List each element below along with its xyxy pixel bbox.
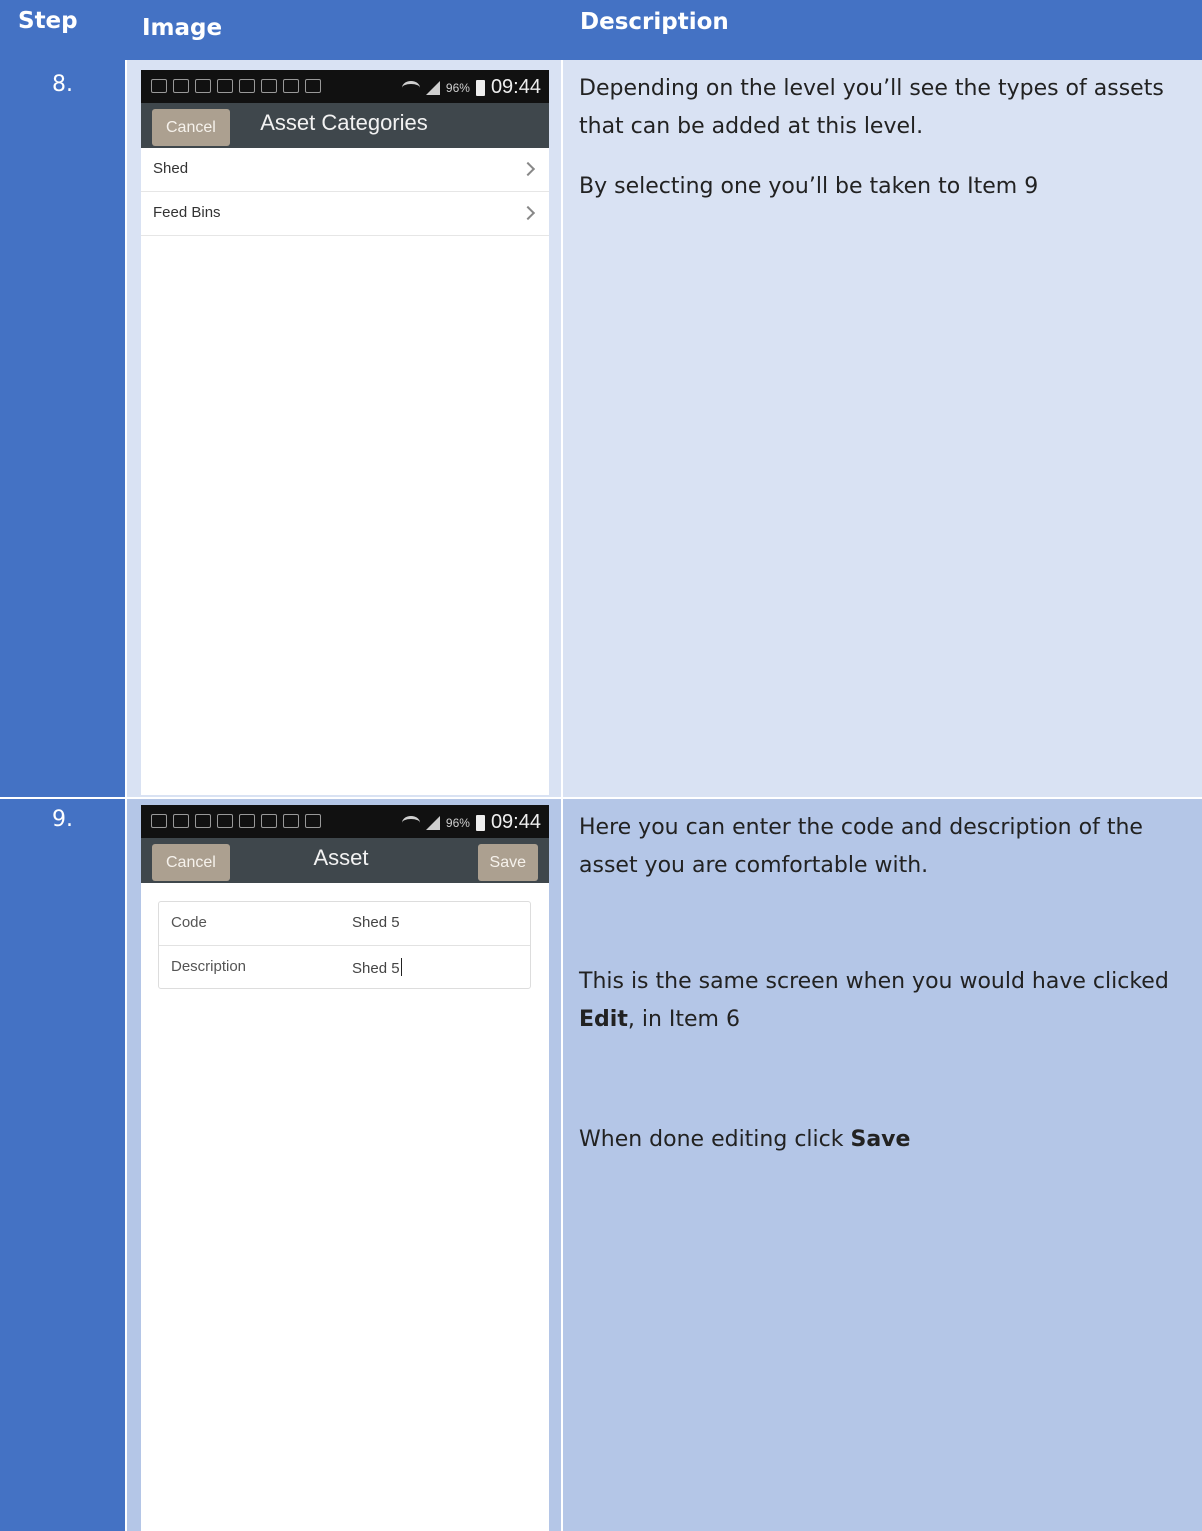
description-text-edit: This is the same screen when you would h…: [579, 963, 1190, 1039]
app-nav-bar: Cancel Asset Categories: [141, 103, 549, 148]
message-icon: [151, 79, 167, 93]
outlook-icon: [305, 814, 321, 828]
description-text: Here you can enter the code and descript…: [579, 815, 1143, 878]
code-input[interactable]: Shed 5: [352, 914, 400, 931]
description-value: Shed 5: [352, 960, 400, 977]
description-field-row[interactable]: Description Shed 5: [159, 945, 530, 988]
news-icon: [195, 79, 211, 93]
status-time: 09:44: [490, 811, 541, 833]
status-bar: 96% 09:44: [141, 70, 549, 103]
signal-icon: [425, 80, 440, 95]
edit-keyword: Edit: [579, 1007, 628, 1032]
battery-percent: 96%: [445, 815, 470, 830]
email-icon: [261, 814, 277, 828]
screen-title: Asset Categories: [260, 110, 428, 135]
save-keyword: Save: [850, 1127, 911, 1152]
header-image: Image: [125, 0, 563, 60]
list-item-label: Feed Bins: [153, 204, 221, 221]
image-cell-8: 96% 09:44 Cancel Asset Categories Shed F…: [125, 60, 563, 799]
news-icon: [239, 814, 255, 828]
code-label: Code: [171, 914, 207, 931]
notification-icons: [151, 79, 321, 93]
description-input[interactable]: Shed 5: [352, 958, 402, 977]
desc-text-segment: When done editing click: [579, 1127, 851, 1152]
description-text-save: When done editing click Save: [579, 1121, 1190, 1159]
outlook-icon: [305, 79, 321, 93]
header-step: Step: [0, 0, 125, 60]
header-image-label: Image: [142, 15, 223, 41]
wifi-icon: [401, 815, 420, 830]
description-label: Description: [171, 958, 247, 975]
news-icon: [239, 79, 255, 93]
wifi-icon: [401, 80, 420, 95]
desc-text-segment: This is the same screen when you would h…: [579, 969, 1169, 994]
signal-icon: [425, 815, 440, 830]
description-cell-8: Depending on the level you’ll see the ty…: [563, 60, 1202, 799]
chevron-right-icon: [520, 161, 536, 177]
save-button[interactable]: Save: [477, 844, 538, 881]
header-step-label: Step: [18, 8, 78, 34]
asset-form: Code Shed 5 Description Shed 5: [158, 901, 531, 989]
status-bar: 96% 09:44: [141, 805, 549, 838]
news-icon: [217, 814, 233, 828]
image-cell-9: 96% 09:44 Cancel Asset Save Code Shed 5 …: [125, 799, 563, 1531]
code-field-row[interactable]: Code Shed 5: [159, 902, 530, 945]
step-number-9: 9.: [0, 799, 125, 1531]
news-icon: [173, 79, 189, 93]
list-item-feed-bins[interactable]: Feed Bins: [141, 192, 549, 236]
phone-screenshot-asset: 96% 09:44 Cancel Asset Save Code Shed 5 …: [141, 805, 549, 1531]
news-icon: [217, 79, 233, 93]
message-icon: [151, 814, 167, 828]
step-number-8: 8.: [0, 60, 125, 799]
app-nav-bar: Cancel Asset Save: [141, 838, 549, 883]
battery-icon: [475, 79, 485, 96]
list-item-label: Shed: [153, 160, 189, 177]
email-icon: [283, 79, 299, 93]
text-cursor: [400, 958, 402, 976]
news-icon: [173, 814, 189, 828]
chevron-right-icon: [520, 205, 536, 221]
notification-icons: [151, 814, 321, 828]
header-description-label: Description: [580, 9, 729, 35]
description-cell-9: Here you can enter the code and descript…: [563, 799, 1202, 1531]
instruction-table: Step Image Description 8. 96% 09:44 Canc…: [0, 0, 1202, 1531]
description-text: By selecting one you’ll be taken to Item…: [579, 174, 1039, 199]
phone-screenshot-asset-categories: 96% 09:44 Cancel Asset Categories Shed F…: [141, 70, 549, 795]
header-description: Description: [563, 0, 1202, 60]
battery-percent: 96%: [445, 80, 470, 95]
desc-text-segment: , in Item 6: [627, 1007, 740, 1032]
status-time: 09:44: [490, 76, 541, 98]
email-icon: [283, 814, 299, 828]
list-item-shed[interactable]: Shed: [141, 148, 549, 192]
description-text: Depending on the level you’ll see the ty…: [579, 76, 1164, 139]
email-icon: [261, 79, 277, 93]
news-icon: [195, 814, 211, 828]
battery-icon: [475, 814, 485, 831]
